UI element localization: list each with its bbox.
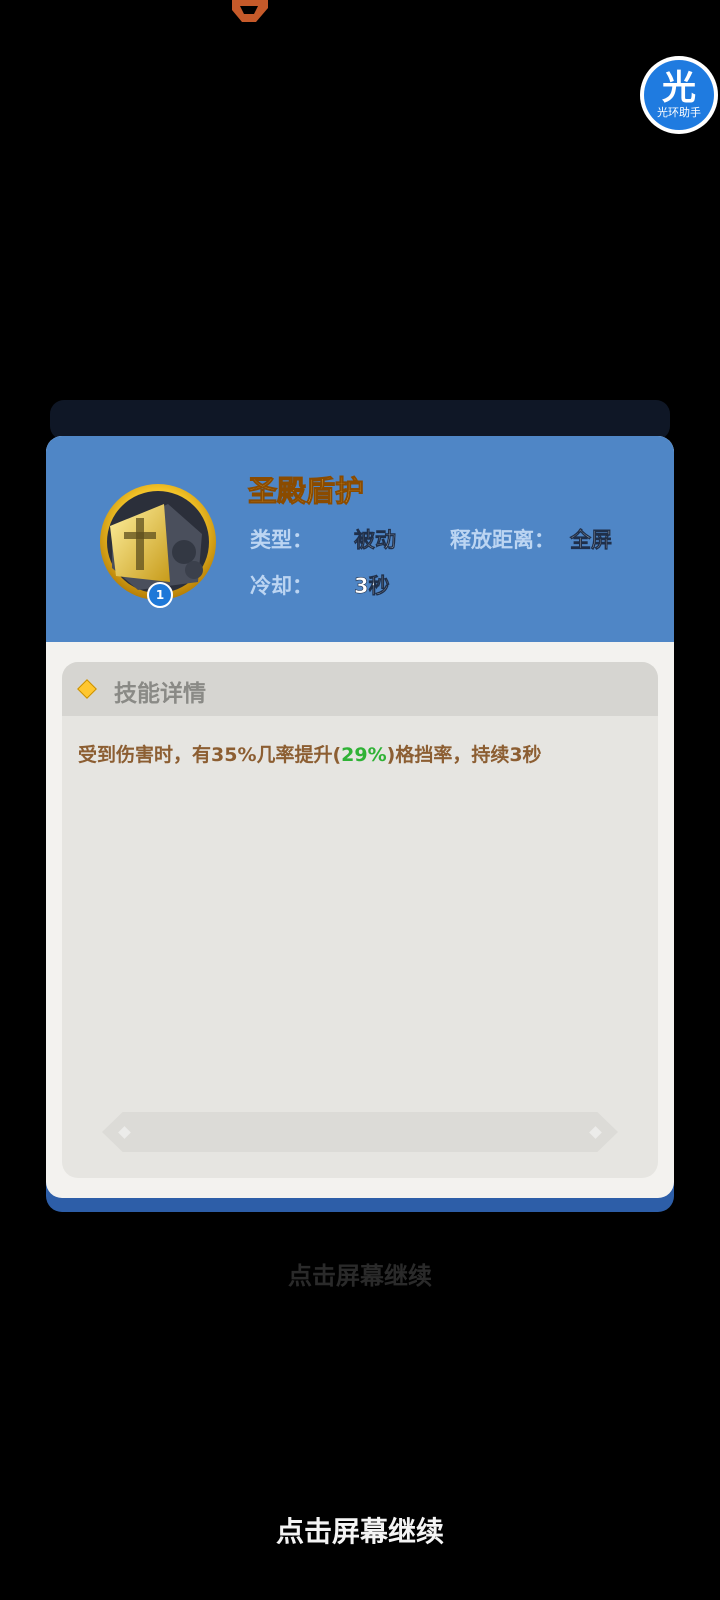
scrollbar-left-marker xyxy=(118,1126,131,1139)
continue-prompt[interactable]: 点击屏幕继续 xyxy=(0,1510,720,1550)
description-text-start: 受到伤害时，有35%几率提升( xyxy=(78,744,342,766)
skill-card: 1 圣殿盾护 类型： 被动 释放距离： 全屏 冷却： 3秒 技能详情 受到伤害时… xyxy=(46,436,674,1212)
skill-name: 圣殿盾护 xyxy=(247,474,365,509)
details-header: 技能详情 xyxy=(62,662,658,716)
background-panel xyxy=(50,400,670,440)
type-label: 类型： xyxy=(250,528,313,552)
continue-prompt-faint: 点击屏幕继续 xyxy=(288,1262,432,1290)
skill-details-panel: 技能详情 受到伤害时，有35%几率提升(29%)格挡率，持续3秒 xyxy=(62,662,658,1178)
scrollbar-right-marker xyxy=(589,1126,602,1139)
type-value: 被动 xyxy=(354,528,397,553)
description-text-end: )格挡率，持续3秒 xyxy=(386,744,542,766)
skill-header: 1 圣殿盾护 类型： 被动 释放距离： 全屏 冷却： 3秒 xyxy=(46,436,674,642)
details-scrollbar[interactable] xyxy=(102,1112,618,1152)
assistant-button[interactable]: 光 光环助手 xyxy=(640,56,718,134)
range-label: 释放距离： xyxy=(450,528,555,552)
skill-description: 受到伤害时，有35%几率提升(29%)格挡率，持续3秒 xyxy=(78,740,648,767)
range-value: 全屏 xyxy=(570,528,613,553)
cooldown-label: 冷却： xyxy=(250,574,313,598)
diamond-icon xyxy=(77,679,97,699)
skill-level-badge: 1 xyxy=(147,582,173,608)
assistant-label: 光环助手 xyxy=(657,106,701,119)
assistant-logo-icon: 光 xyxy=(662,68,696,108)
cooldown-value: 3秒 xyxy=(354,574,390,599)
top-game-icon xyxy=(232,0,268,22)
description-highlight-value: 29% xyxy=(341,744,387,766)
details-title: 技能详情 xyxy=(114,681,206,707)
